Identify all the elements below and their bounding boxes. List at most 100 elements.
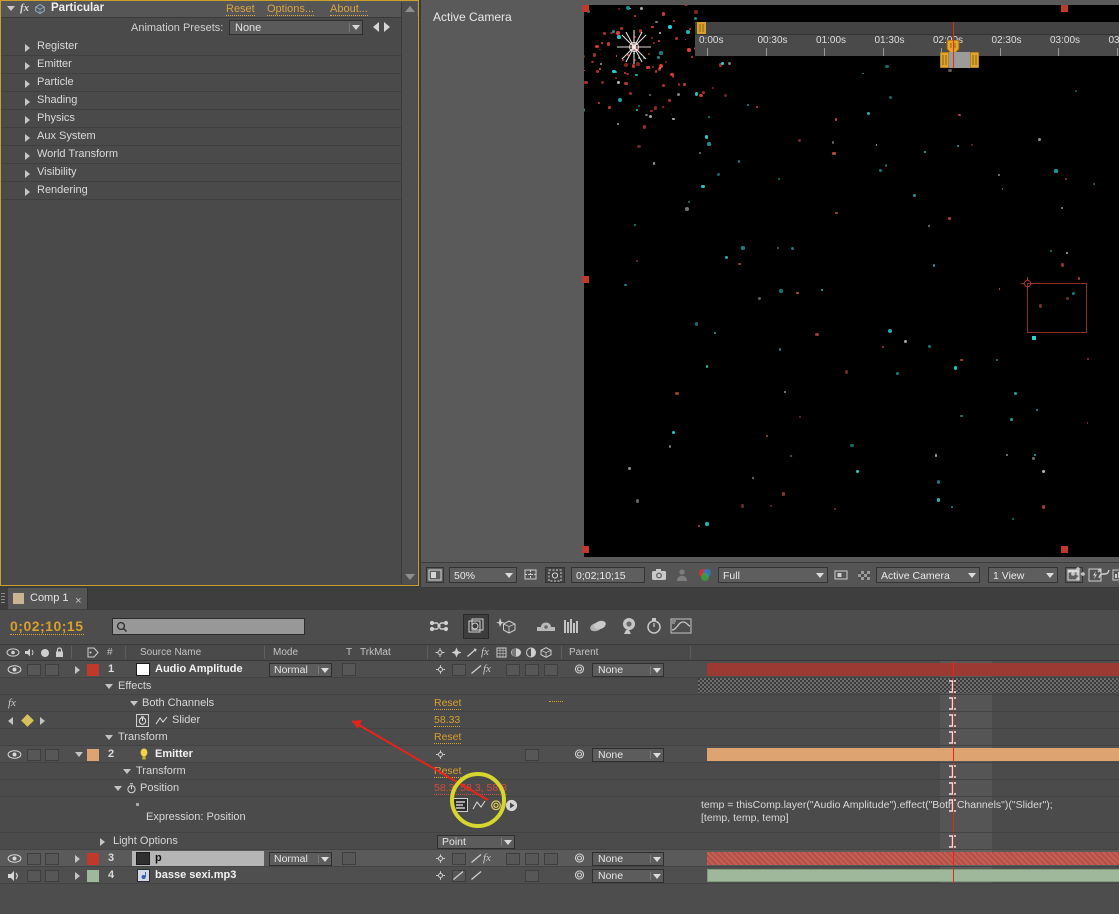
parent-dropdown[interactable]: None [592,663,664,677]
timeline-property-row[interactable]: fxBoth ChannelsReset [0,695,1119,712]
parent-pick-whip-icon[interactable] [574,664,585,675]
layer-label-color[interactable] [87,749,99,761]
solo-switch[interactable] [27,749,41,761]
disclosure-triangle-icon[interactable] [25,152,30,160]
property-name[interactable]: Position [140,782,179,794]
3d-layer-switch[interactable] [544,853,558,865]
property-disclosure-triangle[interactable] [114,786,122,791]
lock-switch[interactable] [45,853,59,865]
expression-text[interactable]: temp = thisComp.layer("Audio Amplitude")… [701,799,1053,825]
layer-duration-bar[interactable] [707,869,1119,882]
motion-blur-switch[interactable] [525,664,539,676]
disclosure-triangle-icon[interactable] [25,170,30,178]
panel-grip-icon[interactable] [1,593,5,605]
timeline-layer-row[interactable]: 2EmitterNone [0,746,1119,763]
layer-stack-icon[interactable] [587,615,611,639]
stopwatch-icon[interactable] [126,783,137,797]
light-type-dropdown[interactable]: Point [437,835,515,849]
reset-link[interactable]: Reset [434,697,461,710]
disclosure-triangle-icon[interactable] [25,188,30,196]
toggle-region-of-interest-button[interactable] [426,567,444,583]
expression-language-menu-icon[interactable] [505,799,518,815]
frame-blend-switch[interactable] [506,853,520,865]
disclosure-triangle-icon[interactable] [25,80,30,88]
effect-disclosure-triangle[interactable] [7,6,15,11]
parent-dropdown[interactable]: None [592,748,664,762]
previous-preset-arrow-icon[interactable] [373,22,379,32]
comp-flowchart-icon[interactable] [1096,566,1112,582]
camera-view-dropdown[interactable]: Active Camera [876,567,980,583]
timeline-property-row[interactable]: TransformReset [0,729,1119,746]
transparency-grid-icon[interactable] [856,567,872,583]
shy-switch[interactable] [434,664,447,678]
effect-panel-scrollbar[interactable] [401,2,417,584]
effect-name[interactable]: Both Channels [142,697,214,709]
previous-keyframe-icon[interactable] [8,717,13,725]
timeline-property-row[interactable]: Expression: Positiontemp = thisComp.laye… [0,797,1119,833]
blend-mode-dropdown[interactable]: Normal [269,663,332,677]
effect-options-link[interactable]: Options... [267,3,314,16]
effect-group-shading[interactable]: Shading [1,92,418,110]
solo-switch[interactable] [27,853,41,865]
video-visibility-icon[interactable] [7,664,21,675]
lock-switch[interactable] [45,870,59,882]
magnification-dropdown[interactable]: 50% [449,567,517,583]
parent-pick-whip-icon[interactable] [574,870,585,881]
timeline-layer-row[interactable]: 4basse sexi.mp3None [0,867,1119,884]
timeline-layer-row[interactable]: 1Audio AmplitudeNormalfxNone [0,661,1119,678]
selection-handle-tr[interactable] [1061,5,1068,12]
timeline-property-row[interactable]: Slider58.33 [0,712,1119,729]
track-matte-switch[interactable] [342,852,356,865]
selection-handle-bl[interactable] [582,546,589,553]
reset-link[interactable]: Reset [434,731,461,744]
property-value[interactable]: 58.33 [434,714,460,727]
auto-keyframe-icon[interactable] [642,615,666,639]
next-preset-arrow-icon[interactable] [384,22,390,32]
group-disclosure-triangle[interactable] [123,769,131,774]
grid-guides-icon[interactable] [523,567,539,583]
current-time-field[interactable]: 0;02;10;15 [571,567,645,583]
frame-blend-switch[interactable] [506,664,520,676]
layer-name[interactable]: basse sexi.mp3 [155,869,236,881]
draft-3d-button[interactable] [463,614,489,639]
effects-switch-icon[interactable]: fx [483,852,491,864]
property-group-name[interactable]: Transform [136,765,186,777]
timeline-property-row[interactable]: Position58.3, 58.3, 58.3 [0,780,1119,797]
scroll-down-arrow-icon[interactable] [405,574,415,580]
tab-comp-1[interactable]: Comp 1 × [8,588,88,609]
shy-switch[interactable] [434,749,447,763]
shy-switch[interactable] [434,853,447,867]
quality-switch[interactable] [470,853,483,867]
parent-dropdown[interactable]: None [592,869,664,883]
lock-switch[interactable] [45,664,59,676]
show-snapshot-icon[interactable] [674,567,690,583]
toggle-mask-visibility-button[interactable] [545,567,565,583]
audio-toggle-icon[interactable] [7,870,21,881]
effect-reset-link[interactable]: Reset [226,3,255,16]
property-group-name[interactable]: Effects [118,680,151,692]
motion-blur-switch[interactable] [525,870,539,882]
scroll-up-arrow-icon[interactable] [405,6,415,12]
layer-bounding-box[interactable] [1027,283,1087,333]
blend-mode-dropdown[interactable]: Normal [269,852,332,866]
lock-switch[interactable] [45,749,59,761]
effects-switch-icon[interactable]: fx [483,663,491,675]
reset-link[interactable]: Reset [434,765,461,778]
effect-group-emitter[interactable]: Emitter [1,56,418,74]
solo-switch[interactable] [27,870,41,882]
effect-options-dots[interactable] [549,701,563,702]
work-area-start-marker[interactable] [697,22,706,34]
timeline-property-row[interactable]: Light OptionsPoint [0,833,1119,850]
disclosure-triangle-icon[interactable] [25,62,30,70]
keyframe-diamond-icon[interactable] [21,714,34,727]
motion-blur-switch[interactable] [525,749,539,761]
search-input[interactable] [112,618,305,635]
close-icon[interactable]: × [75,591,81,612]
effect-disclosure-triangle[interactable] [130,701,138,706]
stopwatch-icon[interactable] [136,714,149,727]
channel-color-icon[interactable] [697,567,713,583]
timeline-layer-row[interactable]: 3ppNormalfxNone [0,850,1119,867]
anchor-point-icon[interactable] [1021,277,1034,290]
effect-group-rendering[interactable]: Rendering [1,182,418,200]
quality-switch[interactable] [452,870,465,884]
